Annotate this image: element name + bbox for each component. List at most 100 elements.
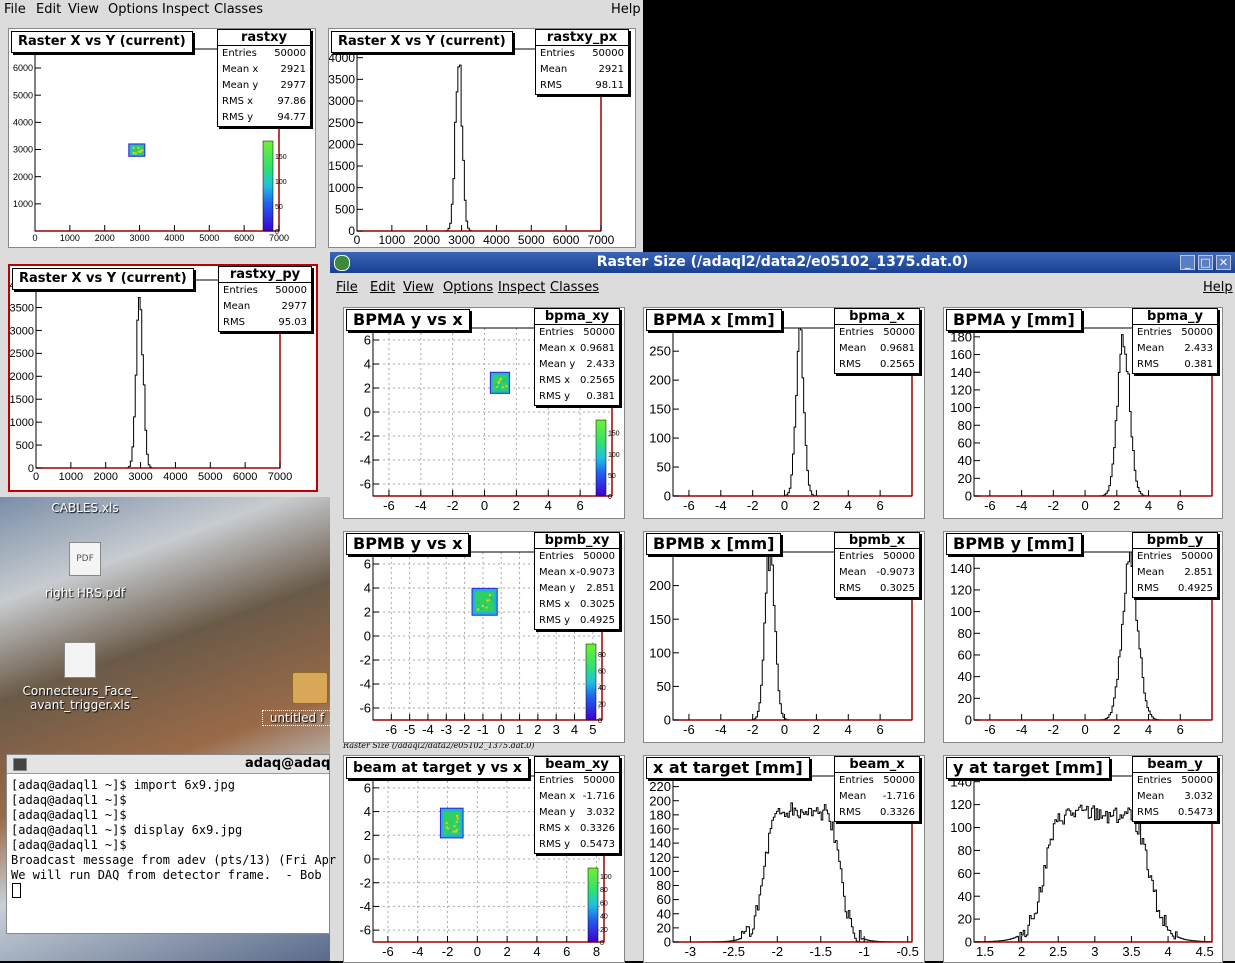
desktop-icon-connecteurs[interactable]: Connecteurs_Face_ avant_trigger.xls — [10, 642, 150, 712]
y-tick-label: 2500 — [329, 116, 355, 130]
histogram-pad-bpmb_x[interactable]: -6-4-20246050100150200250BPMB x [mm]bpmb… — [643, 531, 925, 743]
x-tick-label: 6 — [1177, 722, 1184, 737]
colorbar — [587, 867, 599, 943]
x-tick-label: 4 — [845, 498, 852, 513]
heatmap-cell — [138, 153, 141, 156]
stats-value: 0.381 — [586, 391, 615, 402]
stats-row: Entries 50000 — [535, 773, 619, 789]
menu-inspect[interactable]: Inspect — [498, 280, 545, 295]
stats-key: Entries — [839, 551, 874, 562]
y-tick-label: -2 — [359, 429, 371, 444]
terminal-window[interactable]: adaq@adaq [adaq@adaql1 ~]$ import 6x9.jp… — [6, 754, 336, 934]
stats-key: RMS x — [539, 599, 571, 610]
y-tick-label: 150 — [649, 612, 671, 627]
stats-row: Mean y 2.851 — [535, 581, 619, 597]
histogram-pad-bpma_xy[interactable]: -6 -4 -2 0 2 4 6 -6 -4 -2 0 2 4 6 0 50 100 150 BPMA y vs x… — [343, 307, 625, 519]
histogram-pad-beam_xy[interactable]: -6 -4 -2 0 2 4 6 8 -6 -4 -2 0 2 4 6 0 20 40 60 80 100 beam at… — [343, 755, 625, 963]
x-tick-label: 3 — [553, 722, 560, 737]
heatmap-cell — [485, 606, 488, 609]
y-tick-label: -4 — [359, 677, 371, 692]
menu-help[interactable]: Help — [611, 2, 641, 17]
stats-name: beam_xy — [535, 757, 619, 773]
pad-title: x at target [mm] — [646, 757, 810, 779]
terminal-titlebar[interactable]: adaq@adaq — [7, 755, 330, 774]
menu-options[interactable]: Options — [108, 2, 158, 17]
stats-value: 50000 — [1181, 327, 1213, 338]
desktop-icon-right-hrs[interactable]: PDF right HRS.pdf — [30, 542, 140, 600]
x-tick-label: 2000 — [95, 233, 115, 243]
stats-box: bpma_y Entries 50000 Mean 2.433 RMS 0.381 — [1132, 308, 1218, 374]
menu-file[interactable]: File — [336, 280, 358, 295]
heatmap-cell — [132, 146, 135, 149]
menu-help[interactable]: Help — [1203, 280, 1233, 295]
stats-name: beam_x — [835, 757, 919, 773]
menu-view[interactable]: View — [403, 280, 434, 295]
stats-value: 0.9681 — [880, 343, 915, 354]
x-tick-label: 6 — [563, 944, 570, 959]
y-tick-label: 220 — [649, 779, 671, 794]
histogram-pad-rastxy[interactable]: 0 1000 2000 3000 4000 5000 6000 7000 1000 2000 300… — [8, 28, 316, 248]
x-tick-label: -2.5 — [723, 944, 745, 959]
x-tick-label: 0 — [474, 944, 481, 959]
y-tick-label: 180 — [649, 807, 671, 822]
terminal-line: [adaq@adaql1 ~]$ import 6x9.jpg — [11, 778, 235, 792]
y-tick-label: 1500 — [329, 159, 355, 173]
heatmap-cell — [477, 608, 480, 611]
histogram-pad-beam_x[interactable]: -3 -2.5 -2 -1.5 -1 -0.5 0 20 40 60 80 100 120 140 160 1… — [643, 755, 925, 963]
stats-key: Mean — [1137, 791, 1165, 802]
histogram-pad-bpmb_y[interactable]: -6 -4 -2 0 2 4 6 0 20 40 60 80 100 120 140 BPMB y [mm] b… — [943, 531, 1223, 743]
minimize-button[interactable]: _ — [1180, 255, 1195, 270]
histogram-pad-rastxy_py[interactable]: 0 1000 2000 3000 4000 5000 6000 7000 0 500 1000 150… — [8, 264, 318, 492]
menu-edit[interactable]: Edit — [370, 280, 395, 295]
x-tick-label: 6000 — [233, 471, 257, 483]
histogram-pad-beam_y[interactable]: 1.5 2 2.5 3 3.5 4 4.5 0 20 40 60 80 100 120 140 y at ta… — [943, 755, 1223, 963]
colorbar-label: 100 — [600, 874, 612, 881]
stats-value: 50000 — [883, 551, 915, 562]
y-tick-label: 200 — [649, 373, 671, 388]
stats-key: RMS — [839, 583, 861, 594]
colorbar-label: 150 — [608, 431, 620, 438]
stats-row: Mean x 0.9681 — [535, 341, 619, 357]
stats-box: beam_x Entries 50000 Mean -1.716 RMS 0.3326 — [834, 756, 920, 822]
stats-key: Entries — [1137, 551, 1172, 562]
menu-classes[interactable]: Classes — [550, 280, 599, 295]
menu-options[interactable]: Options — [443, 280, 493, 295]
menu-edit[interactable]: Edit — [36, 2, 61, 17]
window-titlebar[interactable]: Raster Size (/adaql2/data2/e05102_1375.d… — [330, 252, 1235, 273]
heatmap-cell — [504, 379, 507, 382]
y-tick-label: 20 — [958, 471, 972, 486]
y-tick-label: 100 — [950, 820, 972, 835]
menu-classes[interactable]: Classes — [214, 2, 263, 17]
pdf-file-icon: PDF — [69, 542, 101, 576]
y-tick-label: 4 — [364, 581, 371, 596]
maximize-button[interactable]: □ — [1198, 255, 1213, 270]
stats-key: Entries — [222, 48, 257, 59]
heatmap-cell — [495, 384, 498, 387]
heatmap-cell — [486, 599, 489, 602]
menu-view[interactable]: View — [68, 2, 99, 17]
y-tick-label: 120 — [950, 797, 972, 812]
x-tick-label: -6 — [382, 944, 394, 959]
histogram-pad-bpma_x[interactable]: -6 -4 -2 0 2 4 6 0 50 100 150 200 250 BPMA x [mm] bpma… — [643, 307, 925, 519]
menu-file[interactable]: File — [4, 2, 26, 17]
stats-box: bpmb_xy Entries 50000 Mean x -0.9073 Mean y 2.… — [534, 532, 620, 630]
close-button[interactable]: ✕ — [1216, 255, 1231, 270]
stats-key: Mean — [223, 301, 251, 312]
stats-key: Entries — [539, 327, 574, 338]
heatmap-cell — [490, 596, 493, 599]
y-tick-label: 160 — [649, 822, 671, 837]
colorbar-label: 100 — [275, 179, 287, 186]
desktop-icon-untitled-folder[interactable]: untitled f — [262, 672, 332, 726]
y-tick-label: -6 — [359, 701, 371, 716]
terminal-icon — [13, 758, 27, 771]
desktop-icon-cables[interactable]: CABLES.xls — [30, 501, 140, 515]
histogram-pad-rastxy_px[interactable]: 0 1000 2000 3000 4000 5000 6000 7000 0 500 1000 150… — [328, 28, 636, 248]
menu-inspect[interactable]: Inspect — [162, 2, 209, 17]
stats-row: RMS 0.381 — [1133, 357, 1217, 373]
histogram-pad-bpmb_xy[interactable]: -6 -5 -4 -3 -2 -1 0 1 2 3 4 5 -6 -4 -2 0 2 4 6 0 20 40 60 80 BPM… — [343, 531, 625, 743]
pad-title: beam at target y vs x — [346, 757, 529, 779]
x-tick-label: 2 — [813, 498, 820, 513]
histogram-pad-bpma_y[interactable]: -6 -4 -2 0 2 4 6 0 20 40 60 80 100 120 140 160 180 BPMA y… — [943, 307, 1223, 519]
y-tick-label: 20 — [958, 912, 972, 927]
stats-key: Mean — [540, 64, 568, 75]
